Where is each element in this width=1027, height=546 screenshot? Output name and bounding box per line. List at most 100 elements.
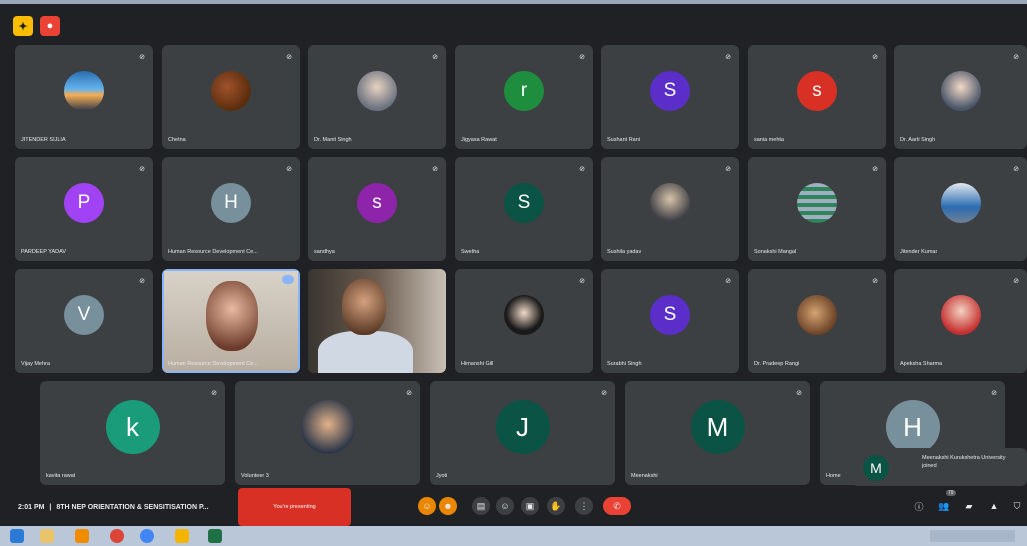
recording-icon[interactable]: ● [40, 16, 60, 36]
participant-tile[interactable]: s ⊘ sandhya [308, 157, 446, 261]
participant-photo [940, 295, 981, 335]
participant-photo [940, 183, 981, 223]
participant-tile[interactable]: ⊘ Apeksha Sharma [894, 269, 1027, 373]
participant-name: Meenakshi [631, 473, 658, 479]
files-icon[interactable] [175, 529, 189, 543]
participant-photo [650, 183, 690, 223]
participant-tile[interactable]: ⊘ Dr. Manit Singh [308, 45, 446, 149]
participant-name: Sushant Rani [607, 137, 641, 143]
mic-off-icon: ⊘ [725, 166, 731, 173]
mic-off-icon: ⊘ [872, 166, 878, 173]
chat-icon[interactable]: ▰ [960, 497, 978, 515]
mic-off-icon: ⊘ [286, 54, 292, 61]
participant-name: Sonakshi Mangal [754, 249, 797, 255]
participant-face [206, 281, 258, 351]
participant-tile[interactable]: S ⊘ Swetha [455, 157, 593, 261]
meeting-bottombar: 2:01 PM | 8TH NEP ORIENTATION & SENSITIS… [0, 488, 1027, 526]
meet-status-icon[interactable]: ✦ [13, 16, 33, 36]
meeting-topbar: ✦ ● [0, 4, 1027, 42]
time-separator: | [49, 504, 52, 511]
participant-avatar: V [64, 295, 104, 335]
host-controls-icon[interactable]: ⛉ [1008, 497, 1026, 515]
excel-icon[interactable] [208, 529, 222, 543]
mic-off-icon: ⊘ [725, 54, 731, 61]
emoji-button[interactable]: ☻ [439, 497, 457, 515]
participant-tile[interactable]: ⊘ Himanshi Gill [455, 269, 593, 373]
info-icon[interactable]: ⓘ [910, 497, 928, 515]
leave-call-button[interactable]: ✆ [603, 497, 631, 515]
participant-tile[interactable]: r ⊘ Jigyasa Rawat [455, 45, 593, 149]
participant-name: Sushila yadav [607, 249, 642, 255]
presenting-banner[interactable]: You're presenting [238, 488, 351, 526]
participant-body [318, 331, 413, 373]
participant-name: kavita rawat [46, 473, 76, 479]
speaking-indicator-icon [282, 275, 294, 284]
participant-name: PARDEEP YADAV [21, 249, 67, 255]
participant-name: Dr. Manit Singh [314, 137, 352, 143]
participant-tile[interactable]: ⊘ Sushila yadav [601, 157, 739, 261]
emoji-reaction-button[interactable]: ☺ [496, 497, 514, 515]
more-options-button[interactable]: ⋮ [575, 497, 593, 515]
mic-off-icon: ⊘ [139, 54, 145, 61]
participant-avatar: k [105, 400, 160, 454]
participant-tile[interactable]: ⊘ Volunteer 3 [235, 381, 420, 485]
participant-face [342, 279, 386, 335]
participant-name: Chetna [168, 137, 186, 143]
participant-tile[interactable]: k ⊘ kavita rawat [40, 381, 225, 485]
participant-tile[interactable]: Human Resource Development Ce... [162, 269, 300, 373]
present-button[interactable]: ▣ [521, 497, 539, 515]
participant-name: Human Resource Development Ce... [168, 361, 258, 367]
activities-icon[interactable]: ▲ [985, 497, 1003, 515]
system-tray [930, 530, 1015, 542]
participant-tile[interactable]: ⊘ Chetna [162, 45, 300, 149]
meeting-time: 2:01 PM | 8TH NEP ORIENTATION & SENSITIS… [18, 504, 209, 511]
participant-tile[interactable]: ⊘ Dr. Aarti Singh [894, 45, 1027, 149]
participant-name: Jitender Kumar [900, 249, 938, 255]
participant-name: Jigyasa Rawat [461, 137, 497, 143]
participant-avatar: s [357, 183, 397, 223]
participant-avatar: S [650, 295, 690, 335]
participant-tile[interactable]: M ⊘ Meenakshi [625, 381, 810, 485]
chrome-icon[interactable] [110, 529, 124, 543]
participant-tile[interactable]: J ⊘ Jyoti [430, 381, 615, 485]
participant-tile[interactable] [308, 269, 446, 373]
participant-tile[interactable]: ⊘ Jitender Kumar [894, 157, 1027, 261]
raise-hand-button[interactable]: ✋ [547, 497, 565, 515]
participant-name: Human Resource Development Ce... [168, 249, 258, 255]
notification-text: Meenakshi Kurukshetra University joined [922, 455, 1006, 469]
participant-photo [64, 71, 104, 111]
participant-photo [357, 71, 397, 111]
mic-off-icon: ⊘ [1013, 278, 1019, 285]
participant-tile[interactable]: H ⊘ Human Resource Development Ce... [162, 157, 300, 261]
participant-tile[interactable]: P ⊘ PARDEEP YADAV [15, 157, 153, 261]
start-icon[interactable] [10, 529, 24, 543]
participant-avatar: H [885, 400, 940, 454]
reactions-button[interactable]: ☺ [418, 497, 436, 515]
mic-off-icon: ⊘ [139, 166, 145, 173]
explorer-icon[interactable] [40, 529, 54, 543]
participant-tile[interactable]: ⊘ Dr. Pradeep Rangi [748, 269, 886, 373]
windows-taskbar [0, 526, 1027, 546]
mic-off-icon: ⊘ [872, 54, 878, 61]
time-text: 2:01 PM [18, 504, 45, 511]
participant-tile[interactable]: S ⊘ Surabhi Singh [601, 269, 739, 373]
media-player-icon[interactable] [75, 529, 89, 543]
participant-name: sania mehta [754, 137, 784, 143]
participant-name: Vijay Mehra [21, 361, 50, 367]
participant-photo [504, 295, 544, 335]
mic-off-icon: ⊘ [872, 278, 878, 285]
captions-button[interactable]: ▤ [472, 497, 490, 515]
participant-photo [797, 183, 837, 223]
mic-off-icon: ⊘ [991, 390, 997, 397]
participant-tile[interactable]: s ⊘ sania mehta [748, 45, 886, 149]
people-icon[interactable]: 👥 [935, 497, 953, 515]
participants-count-badge: 79 [946, 490, 956, 496]
participant-video [164, 271, 298, 371]
mic-off-icon: ⊘ [432, 54, 438, 61]
participant-tile[interactable]: ⊘ JITENDER SIJLIA [15, 45, 153, 149]
chrome-icon-2[interactable] [140, 529, 154, 543]
participant-name: sandhya [314, 249, 335, 255]
participant-tile[interactable]: ⊘ Sonakshi Mangal [748, 157, 886, 261]
participant-tile[interactable]: S ⊘ Sushant Rani [601, 45, 739, 149]
participant-tile[interactable]: V ⊘ Vijay Mehra [15, 269, 153, 373]
